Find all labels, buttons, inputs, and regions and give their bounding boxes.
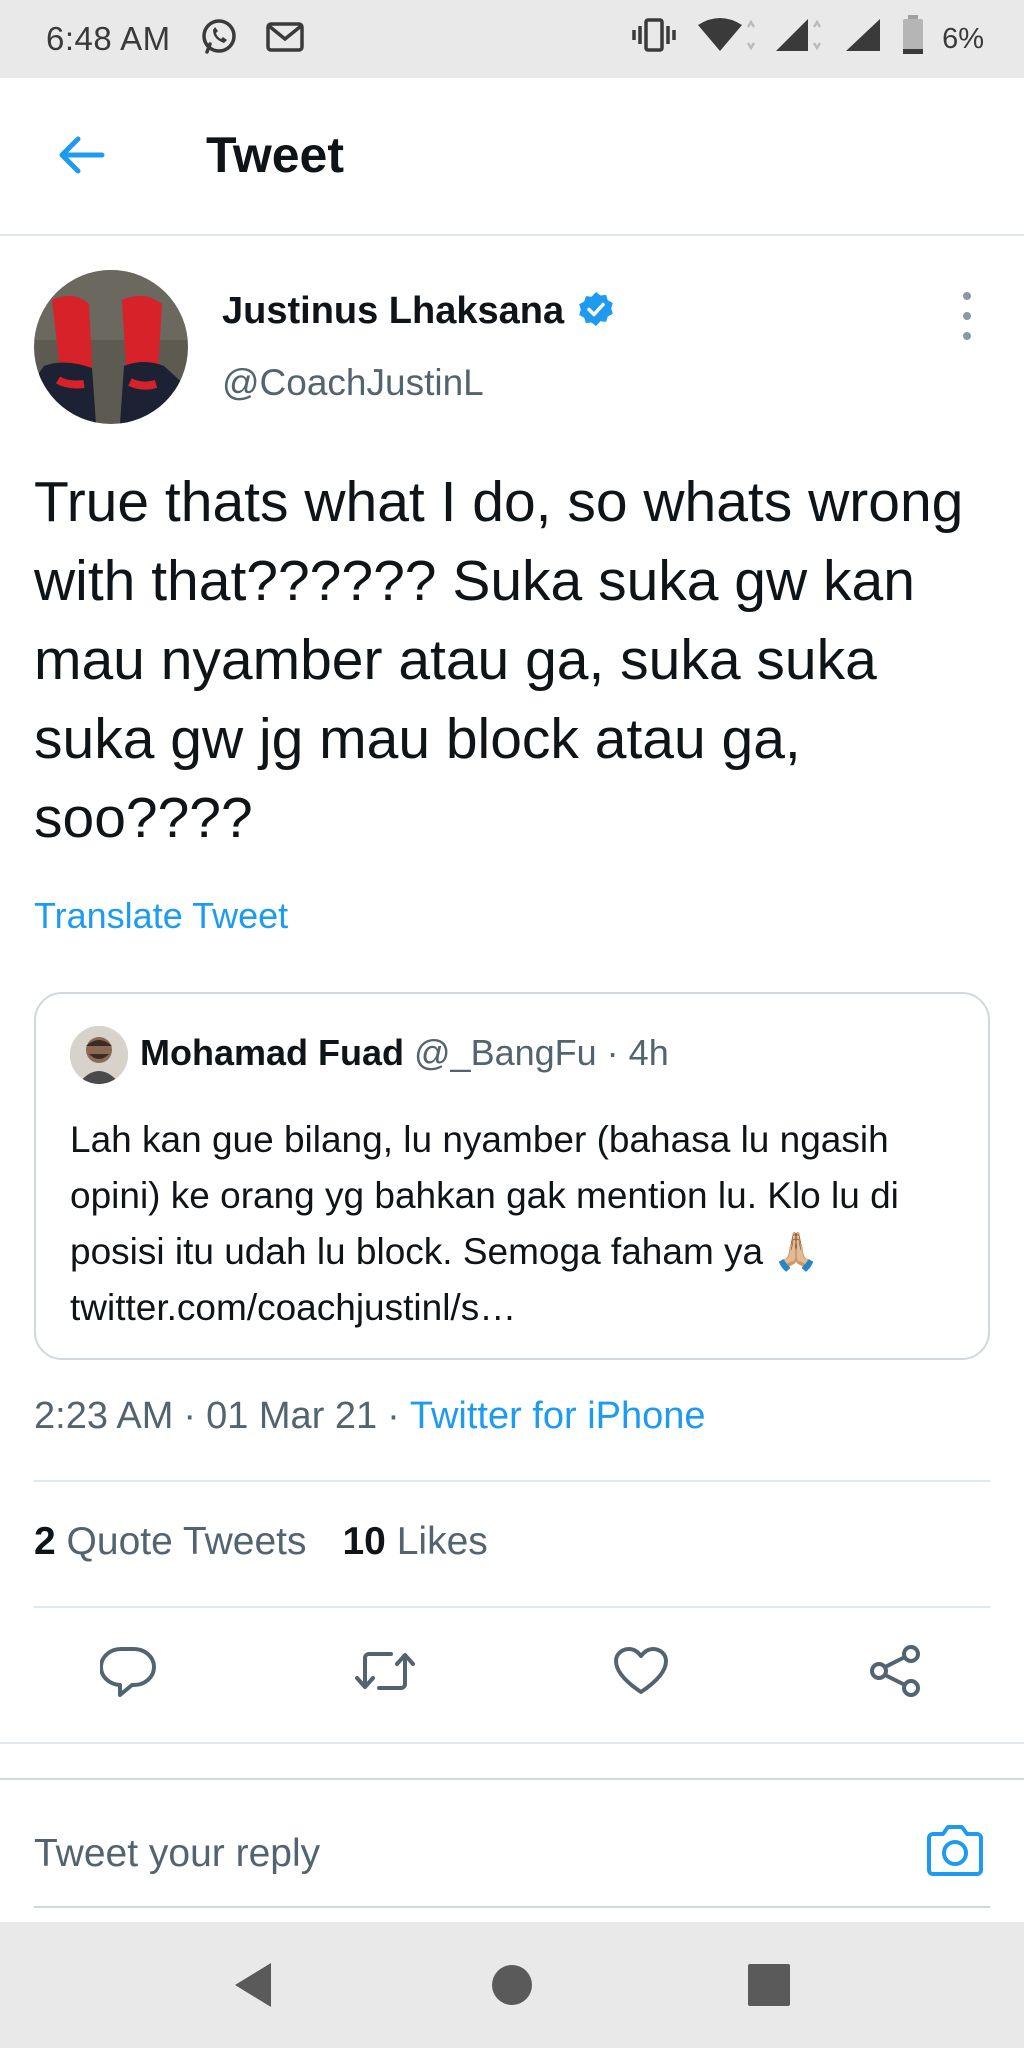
quoted-time: 4h [628, 1032, 669, 1073]
quoted-avatar [70, 1026, 128, 1084]
back-button[interactable] [50, 131, 112, 183]
like-icon [613, 1646, 669, 1701]
tweet-text: True thats what I do, so whats wrong wit… [34, 470, 964, 850]
quote-count: 2 [34, 1520, 56, 1563]
nav-back-icon [231, 1961, 275, 2014]
app-bar: Tweet [0, 78, 1024, 236]
quote-tweets-stat[interactable]: 2 Quote Tweets [34, 1520, 306, 1564]
tweet-actions [0, 1608, 1024, 1740]
vibrate-icon [630, 18, 678, 60]
divider [0, 1778, 1024, 1780]
translate-tweet-link[interactable]: Translate Tweet [34, 895, 288, 937]
camera-button[interactable] [922, 1822, 988, 1884]
more-dot [963, 332, 971, 340]
reply-underline [34, 1906, 990, 1908]
reply-input[interactable] [34, 1822, 894, 1886]
more-dot [963, 292, 971, 300]
more-dot [963, 312, 971, 320]
page-title: Tweet [206, 127, 344, 183]
battery-icon [902, 15, 924, 63]
status-bar: 6:48 AM 6% [0, 0, 1024, 78]
quoted-author-handle: @_BangFu [414, 1032, 597, 1073]
quoted-tweet-card[interactable]: Mohamad Fuad @_BangFu · 4h Lah kan gue b… [34, 992, 990, 1360]
quote-label: Quote Tweets [66, 1520, 307, 1563]
share-icon [867, 1643, 923, 1704]
nav-recents-button[interactable] [744, 1962, 794, 2012]
back-arrow-icon [56, 135, 106, 180]
reply-button[interactable] [93, 1638, 163, 1708]
more-options-button[interactable] [952, 292, 982, 340]
divider [34, 1480, 990, 1482]
divider [0, 1742, 1024, 1744]
quoted-author-name: Mohamad Fuad [140, 1032, 405, 1073]
system-nav-bar [0, 1922, 1024, 2048]
tweet-time: 2:23 AM [34, 1395, 174, 1437]
author-name[interactable]: Justinus Lhaksana [222, 290, 564, 333]
avatar[interactable] [34, 270, 188, 424]
nav-recents-icon [747, 1963, 791, 2012]
retweet-icon [353, 1646, 417, 1701]
gmail-icon [265, 21, 305, 58]
like-button[interactable] [606, 1638, 676, 1708]
like-label: Likes [396, 1520, 488, 1563]
tweet-stats: 2 Quote Tweets 10 Likes [34, 1520, 488, 1564]
tweet-source-link[interactable]: Twitter for iPhone [410, 1395, 706, 1438]
camera-icon [925, 1824, 985, 1883]
battery-percent: 6% [942, 22, 984, 55]
nav-back-button[interactable] [228, 1962, 278, 2012]
status-time: 6:48 AM [46, 20, 171, 57]
tweet-meta: 2:23 AM · 01 Mar 21 · Twitter for iPhone [34, 1395, 706, 1438]
signal-icon [844, 17, 884, 61]
wifi-icon [696, 17, 756, 61]
quoted-tweet-text: Lah kan gue bilang, lu nyamber (bahasa l… [70, 1119, 899, 1328]
whatsapp-icon [199, 17, 239, 62]
signal-icon [774, 17, 826, 61]
like-count: 10 [342, 1520, 386, 1563]
meta-separator: · [183, 1395, 197, 1437]
tweet-author: Justinus Lhaksana @CoachJustinL [34, 270, 990, 430]
share-button[interactable] [860, 1638, 930, 1708]
nav-home-button[interactable] [487, 1962, 537, 2012]
author-handle[interactable]: @CoachJustinL [222, 362, 484, 404]
verified-badge-icon [578, 291, 614, 332]
likes-stat[interactable]: 10 Likes [342, 1520, 487, 1564]
nav-home-icon [490, 1963, 534, 2012]
reply-icon [98, 1645, 156, 1702]
quoted-separator: · [606, 1032, 619, 1073]
meta-separator: · [387, 1395, 400, 1437]
tweet-date: 01 Mar 21 [206, 1395, 378, 1437]
retweet-button[interactable] [350, 1638, 420, 1708]
